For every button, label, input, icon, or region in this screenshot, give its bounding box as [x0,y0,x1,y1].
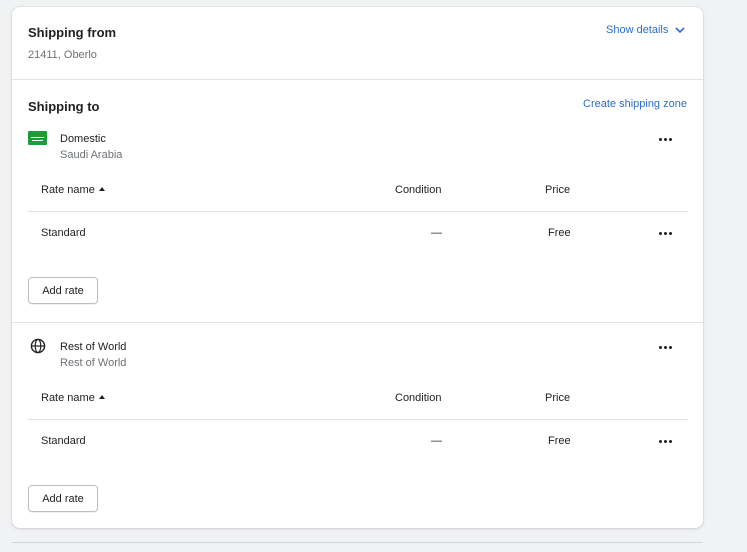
show-details-link[interactable]: Show details [606,24,686,36]
shipping-from-section: Shipping from 21411, Oberlo Show details [12,7,703,80]
zone-more-actions-icon[interactable] [656,134,676,144]
zone-region: Rest of World [60,357,127,369]
table-divider [28,211,688,212]
price-cell: Free [548,435,571,447]
condition-cell: — [431,227,442,239]
add-rate-button[interactable]: Add rate [28,485,98,512]
page-divider [12,542,703,543]
zone-more-actions-icon[interactable] [656,342,676,352]
rate-more-actions-icon[interactable] [656,436,676,446]
zone-divider [12,322,703,323]
sort-ascending-icon [98,395,105,399]
shipping-card: Shipping from 21411, Oberlo Show details… [12,7,703,528]
price-cell: Free [548,227,571,239]
shipping-to-title: Shipping to [28,99,100,114]
chevron-down-icon [675,27,686,33]
shipping-from-address: 21411, Oberlo [28,49,97,61]
zone-region: Saudi Arabia [60,149,123,161]
rate-name-header[interactable]: Rate name [41,392,105,404]
condition-header: Condition [395,392,442,404]
show-details-label: Show details [606,24,669,36]
rate-more-actions-icon[interactable] [656,228,676,238]
zone-name: Domestic [60,133,106,145]
add-rate-button[interactable]: Add rate [28,277,98,304]
table-divider [28,419,688,420]
shipping-from-title: Shipping from [28,25,117,40]
price-header: Price [545,392,571,404]
saudi-flag-icon [28,131,47,145]
sort-ascending-icon [98,187,105,191]
price-header: Price [545,184,571,196]
create-shipping-zone-link[interactable]: Create shipping zone [583,98,687,110]
rate-name-header[interactable]: Rate name [41,184,105,196]
zone-name: Rest of World [60,341,127,353]
globe-icon [30,338,46,354]
rate-name-cell: Standard [41,227,86,239]
condition-header: Condition [395,184,442,196]
condition-cell: — [431,435,442,447]
rate-name-cell: Standard [41,435,86,447]
